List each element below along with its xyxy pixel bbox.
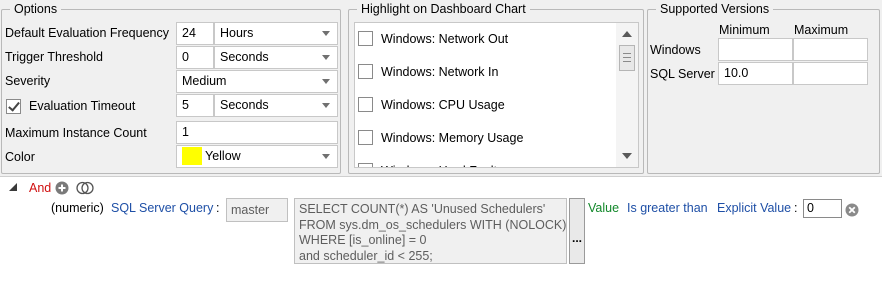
max-instance-input[interactable]: 1 [176, 121, 338, 144]
value-label[interactable]: Value [588, 197, 619, 219]
delete-condition-icon[interactable] [845, 203, 859, 217]
counter-label: Windows: Memory Usage [381, 131, 524, 145]
and-operator-label[interactable]: And [29, 177, 51, 199]
chevron-down-icon[interactable] [315, 146, 337, 167]
max-instance-label: Maximum Instance Count [5, 126, 147, 140]
list-item[interactable]: Windows: Hard Faults [355, 155, 617, 167]
color-select[interactable]: Yellow [176, 145, 338, 168]
compare-colon: : [794, 201, 798, 215]
chevron-down-icon[interactable] [315, 47, 337, 68]
counter-checkbox[interactable] [358, 31, 373, 46]
color-label: Color [5, 150, 35, 164]
highlight-counter-list[interactable]: Windows: Network Out Windows: Network In… [354, 22, 639, 168]
edit-query-button[interactable]: ... [569, 198, 585, 264]
scroll-up-icon[interactable] [622, 31, 632, 37]
counter-checkbox[interactable] [358, 64, 373, 79]
sqlserver-max-version-input[interactable] [793, 62, 868, 85]
list-item[interactable]: Windows: Memory Usage [355, 122, 617, 155]
frequency-label: Default Evaluation Frequency [5, 26, 169, 40]
color-swatch [182, 146, 202, 165]
severity-select[interactable]: Medium [176, 70, 338, 93]
windows-version-label: Windows [650, 43, 701, 57]
options-group-title: Options [10, 2, 62, 17]
evaluation-timeout-checkbox[interactable] [6, 99, 21, 114]
timeout-label: Evaluation Timeout [29, 99, 136, 113]
list-scrollbar[interactable] [616, 23, 638, 167]
source-colon: : [216, 201, 220, 215]
list-item[interactable]: Windows: Network Out [355, 23, 617, 56]
frequency-unit-select[interactable]: Hours [214, 22, 338, 45]
counter-checkbox[interactable] [358, 163, 373, 167]
counter-label: Windows: CPU Usage [381, 98, 505, 112]
list-item[interactable]: Windows: Network In [355, 56, 617, 89]
counter-label: Windows: Hard Faults [381, 160, 503, 167]
frequency-input[interactable]: 24 [176, 22, 214, 45]
color-value: Yellow [205, 149, 241, 163]
numeric-type-label: (numeric) [51, 201, 104, 215]
frequency-unit-value: Hours [220, 26, 254, 40]
scroll-down-icon[interactable] [622, 153, 632, 159]
chevron-down-icon[interactable] [315, 23, 337, 44]
windows-min-version-input[interactable] [718, 38, 793, 61]
scroll-thumb[interactable] [619, 45, 635, 71]
supported-versions-title: Supported Versions [656, 2, 774, 17]
counter-label: Windows: Network In [381, 65, 499, 79]
chevron-down-icon[interactable] [315, 71, 337, 92]
threshold-label: Trigger Threshold [5, 50, 103, 64]
windows-max-version-input[interactable] [793, 38, 868, 61]
threshold-unit-value: Seconds [220, 50, 269, 64]
collapse-triangle-icon[interactable] [9, 183, 18, 192]
counter-label: Windows: Network Out [381, 32, 509, 46]
timeout-unit-value: Seconds [220, 98, 269, 112]
compare-type-link[interactable]: Explicit Value [717, 197, 791, 219]
sql-server-query-link[interactable]: SQL Server Query [111, 197, 213, 219]
group-conditions-icon[interactable] [76, 181, 94, 195]
compare-value-input[interactable]: 0 [803, 199, 842, 218]
sqlserver-min-version-input[interactable]: 10.0 [718, 62, 793, 85]
highlight-group-title: Highlight on Dashboard Chart [357, 2, 530, 17]
timeout-input[interactable]: 5 [176, 94, 214, 117]
list-item[interactable]: Windows: CPU Usage [355, 89, 617, 122]
threshold-unit-select[interactable]: Seconds [214, 46, 338, 69]
severity-label: Severity [5, 74, 51, 88]
counter-checkbox[interactable] [358, 97, 373, 112]
add-condition-icon[interactable] [55, 181, 69, 195]
severity-value: Medium [182, 74, 227, 88]
threshold-input[interactable]: 0 [176, 46, 214, 69]
chevron-down-icon[interactable] [315, 95, 337, 116]
condition-editor: And (numeric) SQL Server Query : master … [0, 176, 882, 283]
sql-query-text[interactable]: SELECT COUNT(*) AS 'Unused Schedulers' F… [294, 198, 567, 264]
timeout-unit-select[interactable]: Seconds [214, 94, 338, 117]
counter-checkbox[interactable] [358, 130, 373, 145]
sqlserver-version-label: SQL Server [650, 67, 715, 81]
database-name-field[interactable]: master [226, 198, 288, 222]
comparison-operator-link[interactable]: Is greater than [627, 197, 708, 219]
